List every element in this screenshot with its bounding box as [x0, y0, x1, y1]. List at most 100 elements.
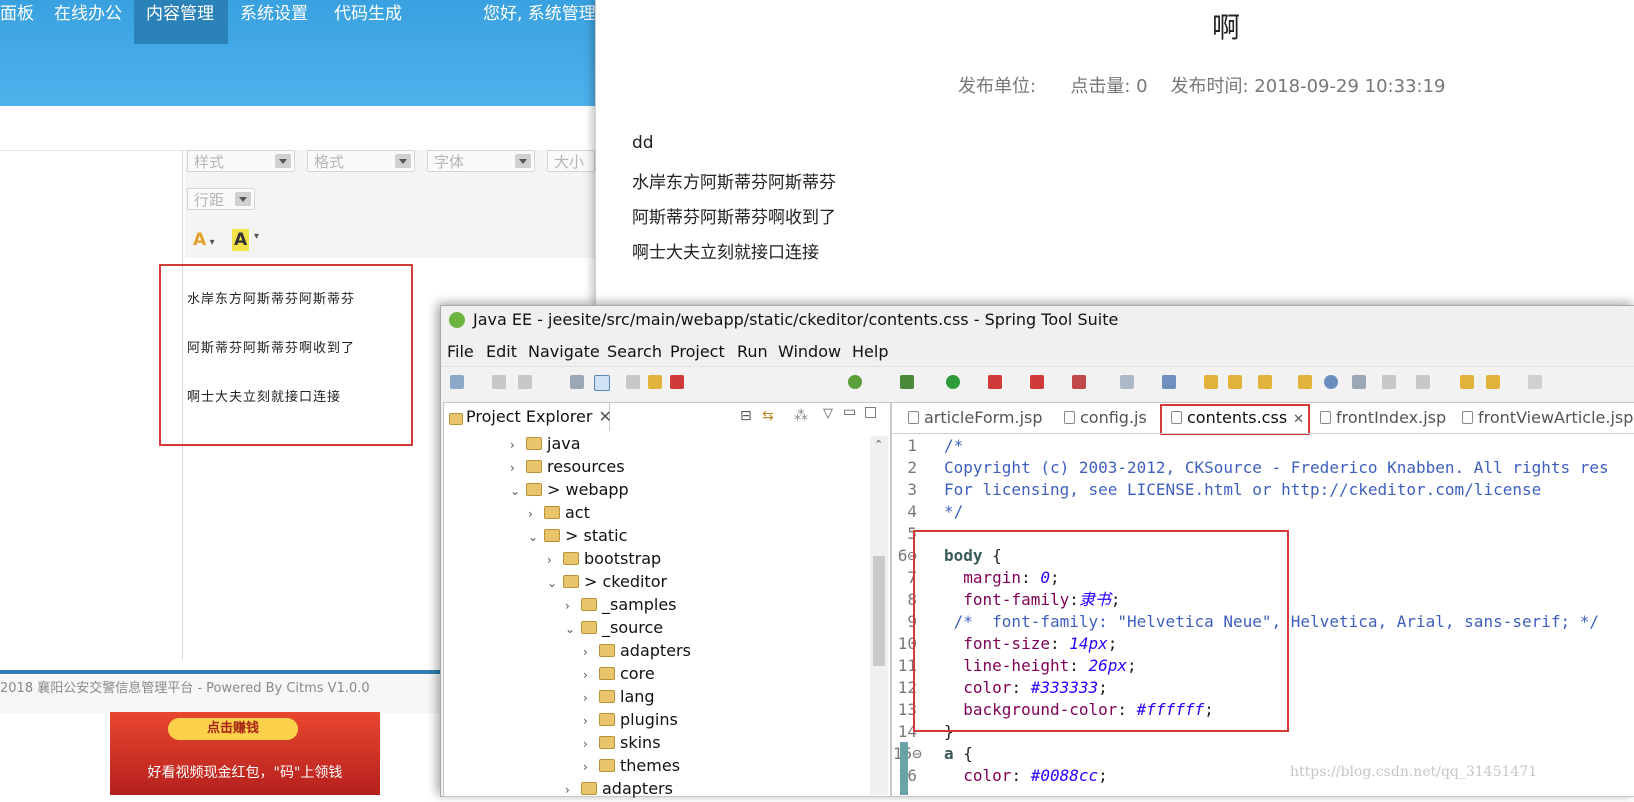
- tree-item[interactable]: › skins: [583, 731, 661, 754]
- code-token: ;: [1098, 766, 1108, 785]
- menu-navigate[interactable]: Navigate: [528, 340, 600, 364]
- tree-item[interactable]: › lang: [583, 685, 655, 708]
- explorer-icon: [449, 413, 463, 425]
- link-editor-icon[interactable]: ⇆: [762, 408, 774, 424]
- maximize-icon[interactable]: □: [864, 404, 877, 420]
- article-title: 啊: [1212, 11, 1241, 44]
- tree-item[interactable]: › adapters: [583, 639, 691, 662]
- globe-icon[interactable]: [1324, 375, 1338, 389]
- tab-divider: [892, 433, 1634, 434]
- tab-config-js[interactable]: config.js: [1062, 405, 1147, 431]
- tree-item[interactable]: ⌄ > static: [528, 524, 627, 547]
- skip-breakpoints-icon[interactable]: [594, 375, 610, 391]
- folder-icon: [544, 529, 560, 542]
- spring-icon[interactable]: [848, 375, 862, 389]
- tab-frontindex-jsp[interactable]: frontIndex.jsp: [1318, 405, 1446, 431]
- resume-icon[interactable]: [626, 375, 640, 389]
- menu-help[interactable]: Help: [852, 340, 888, 364]
- last-edit-icon[interactable]: [1460, 375, 1474, 389]
- debug-icon[interactable]: [900, 375, 914, 389]
- chevron-down-icon: [235, 192, 251, 206]
- line-height-combo[interactable]: 行距: [187, 188, 255, 210]
- forward-icon[interactable]: [1528, 375, 1542, 389]
- new-wizard-icon[interactable]: [1120, 375, 1134, 389]
- folder-icon: [599, 644, 615, 657]
- tree-item[interactable]: › resources: [510, 455, 625, 478]
- prev-annotation-icon[interactable]: [1416, 375, 1430, 389]
- search-icon[interactable]: [1352, 375, 1366, 389]
- external-tools-icon[interactable]: [1072, 375, 1086, 389]
- tab-articleform-jsp[interactable]: articleForm.jsp: [906, 405, 1043, 431]
- change-marker: [900, 742, 908, 795]
- format-combo[interactable]: 格式: [307, 150, 415, 172]
- menu-window[interactable]: Window: [778, 340, 841, 364]
- font-color-button[interactable]: A ▾: [193, 229, 215, 254]
- tree-item[interactable]: › themes: [583, 754, 680, 777]
- folder-icon: [526, 483, 542, 496]
- line-number: 1: [907, 436, 917, 455]
- nav-system-settings[interactable]: 系统设置: [228, 0, 320, 44]
- collapse-all-icon[interactable]: ⊟: [740, 408, 752, 424]
- close-icon[interactable]: ✕: [598, 407, 611, 426]
- run-icon[interactable]: [946, 375, 960, 389]
- nav-code-generation[interactable]: 代码生成: [322, 0, 414, 44]
- open-type-icon[interactable]: [1204, 375, 1218, 389]
- suspend-icon[interactable]: [648, 375, 662, 389]
- chevron-down-icon[interactable]: ▽: [823, 406, 833, 421]
- chevron-down-icon: [395, 154, 411, 168]
- tree-item[interactable]: ⌄ > ckeditor: [547, 570, 667, 593]
- menu-run[interactable]: Run: [737, 340, 768, 364]
- save-all-icon[interactable]: [518, 375, 532, 389]
- save-icon[interactable]: [492, 375, 506, 389]
- tree-item[interactable]: › core: [583, 662, 655, 685]
- code-line: Copyright (c) 2003-2012, CKSource - Fred…: [944, 457, 1609, 479]
- folder-icon: [544, 506, 560, 519]
- terminate-icon[interactable]: [670, 375, 684, 389]
- nav-dashboard[interactable]: 面板: [0, 0, 46, 44]
- tree-item[interactable]: ⌄ > webapp: [510, 478, 629, 501]
- binary-icon[interactable]: [570, 375, 584, 389]
- menu-search[interactable]: Search: [607, 340, 662, 364]
- back-icon[interactable]: [1486, 375, 1500, 389]
- article-paragraph: 啊士大夫立刻就接口连接: [632, 243, 819, 263]
- tree-item[interactable]: › plugins: [583, 708, 678, 731]
- tree-item[interactable]: ⌄ _source: [565, 616, 663, 639]
- new-icon[interactable]: [450, 375, 464, 389]
- chevron-up-icon[interactable]: ⌃: [874, 438, 883, 451]
- font-combo[interactable]: 字体: [427, 150, 535, 172]
- tree-item[interactable]: › adapters: [565, 777, 673, 800]
- view-menu-icon[interactable]: ⁂: [794, 408, 808, 424]
- menu-file[interactable]: File: [447, 340, 474, 364]
- size-combo[interactable]: 大小: [547, 150, 595, 172]
- tab-frontviewarticle-jsp[interactable]: frontViewArticle.jsp: [1460, 405, 1633, 431]
- background-color-button[interactable]: A: [232, 229, 250, 251]
- tree-item[interactable]: › _samples: [565, 593, 677, 616]
- highlight-box: [913, 530, 1289, 732]
- folder-icon: [599, 667, 615, 680]
- folder-icon: [599, 690, 615, 703]
- user-greeting[interactable]: 您好, 系统管理: [483, 0, 596, 28]
- tree-item[interactable]: › act: [528, 501, 590, 524]
- nav-content-management[interactable]: 内容管理: [134, 0, 228, 44]
- line-number: 4: [907, 502, 917, 521]
- admin-subheader: [0, 106, 595, 151]
- style-combo[interactable]: 样式: [187, 150, 295, 172]
- tree-item[interactable]: › java: [510, 432, 581, 455]
- stop-server-icon[interactable]: [1030, 375, 1044, 389]
- run-config-icon[interactable]: [988, 375, 1002, 389]
- open-resource-icon[interactable]: [1228, 375, 1242, 389]
- minimize-icon[interactable]: ▭: [843, 404, 856, 420]
- ad-banner[interactable]: 点击赚钱 好看视频现金红包，"码"上领钱: [110, 712, 380, 795]
- pen-icon[interactable]: [1258, 375, 1272, 389]
- folder-icon: [581, 782, 597, 795]
- tasks-icon[interactable]: [1298, 375, 1312, 389]
- watermark: https://blog.csdn.net/qq_31451471: [1290, 764, 1538, 780]
- next-annotation-icon[interactable]: [1382, 375, 1396, 389]
- web-browser-icon[interactable]: [1162, 375, 1176, 389]
- tree-item[interactable]: › bootstrap: [547, 547, 661, 570]
- menu-project[interactable]: Project: [670, 340, 725, 364]
- ad-button[interactable]: 点击赚钱: [168, 718, 298, 740]
- nav-online-office[interactable]: 在线办公: [42, 0, 134, 44]
- menu-edit[interactable]: Edit: [486, 340, 517, 364]
- scrollbar-thumb[interactable]: [873, 556, 885, 666]
